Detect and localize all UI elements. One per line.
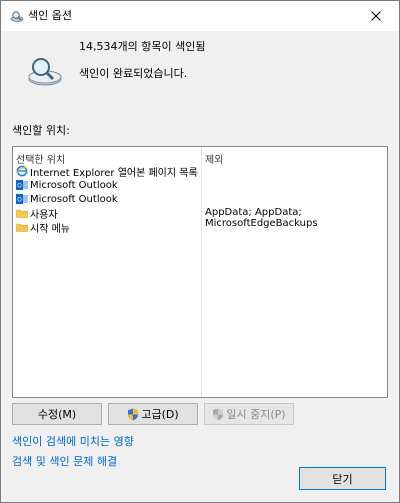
close-icon <box>371 11 381 21</box>
column-header-exclude[interactable]: 제외 <box>205 151 223 166</box>
window-title: 색인 옵션 <box>28 9 72 22</box>
uac-shield-icon <box>213 408 224 420</box>
indexed-locations-list[interactable]: 선택한 위치 제외 Internet Explorer 열어본 페이지 목록 O… <box>12 146 388 398</box>
column-divider[interactable] <box>201 147 202 397</box>
list-item-label: Microsoft Outlook <box>30 179 118 191</box>
close-dialog-button[interactable]: 닫기 <box>299 467 386 490</box>
advanced-button-label: 고급(D) <box>141 408 179 421</box>
indexing-impact-link[interactable]: 색인이 검색에 미치는 영향 <box>12 433 134 449</box>
list-item[interactable]: O Microsoft Outlook <box>16 192 118 206</box>
outlook-icon: O <box>16 194 28 204</box>
pause-button-label: 일시 중지(P) <box>226 408 286 421</box>
list-item-exclusions: AppData; AppData; MicrosoftEdgeBackups <box>205 207 318 229</box>
modify-button-label: 수정(M) <box>37 408 77 421</box>
list-item[interactable]: O Microsoft Outlook <box>16 178 118 192</box>
advanced-button[interactable]: 고급(D) <box>108 403 198 425</box>
folder-icon <box>16 209 28 218</box>
indexed-items-count: 14,534개의 항목이 색인됨 <box>79 40 206 53</box>
modify-button[interactable]: 수정(M) <box>12 403 102 425</box>
indexing-status-message: 색인이 완료되었습니다. <box>79 67 188 80</box>
ie-history-icon <box>16 165 28 177</box>
folder-icon <box>16 223 28 232</box>
list-item-label: 시작 메뉴 <box>30 223 70 235</box>
troubleshoot-link[interactable]: 검색 및 색인 문제 해결 <box>12 453 117 469</box>
uac-shield-icon <box>128 408 139 420</box>
list-item[interactable]: Internet Explorer 열어본 페이지 목록 <box>16 164 198 179</box>
indexing-status-icon <box>28 58 62 86</box>
outlook-icon: O <box>16 180 28 190</box>
locations-label: 색인할 위치: <box>12 124 70 137</box>
indexing-options-icon <box>10 11 24 22</box>
svg-text:O: O <box>17 183 22 190</box>
list-item-label: 사용자 <box>30 209 58 221</box>
title-bar[interactable]: 색인 옵션 <box>1 1 399 31</box>
indexing-options-window: 색인 옵션 14,534개의 항목이 색인됨 색인이 완료되었습니다. 색인할 … <box>0 0 400 503</box>
pause-button[interactable]: 일시 중지(P) <box>204 403 294 425</box>
list-item-label: Internet Explorer 열어본 페이지 목록 <box>30 167 198 179</box>
window-close-button[interactable] <box>353 1 399 31</box>
list-item-label: Microsoft Outlook <box>30 193 118 205</box>
close-dialog-button-label: 닫기 <box>332 472 353 486</box>
list-item[interactable]: 사용자 <box>16 206 58 221</box>
svg-text:O: O <box>17 197 22 204</box>
list-item[interactable]: 시작 메뉴 <box>16 220 70 235</box>
